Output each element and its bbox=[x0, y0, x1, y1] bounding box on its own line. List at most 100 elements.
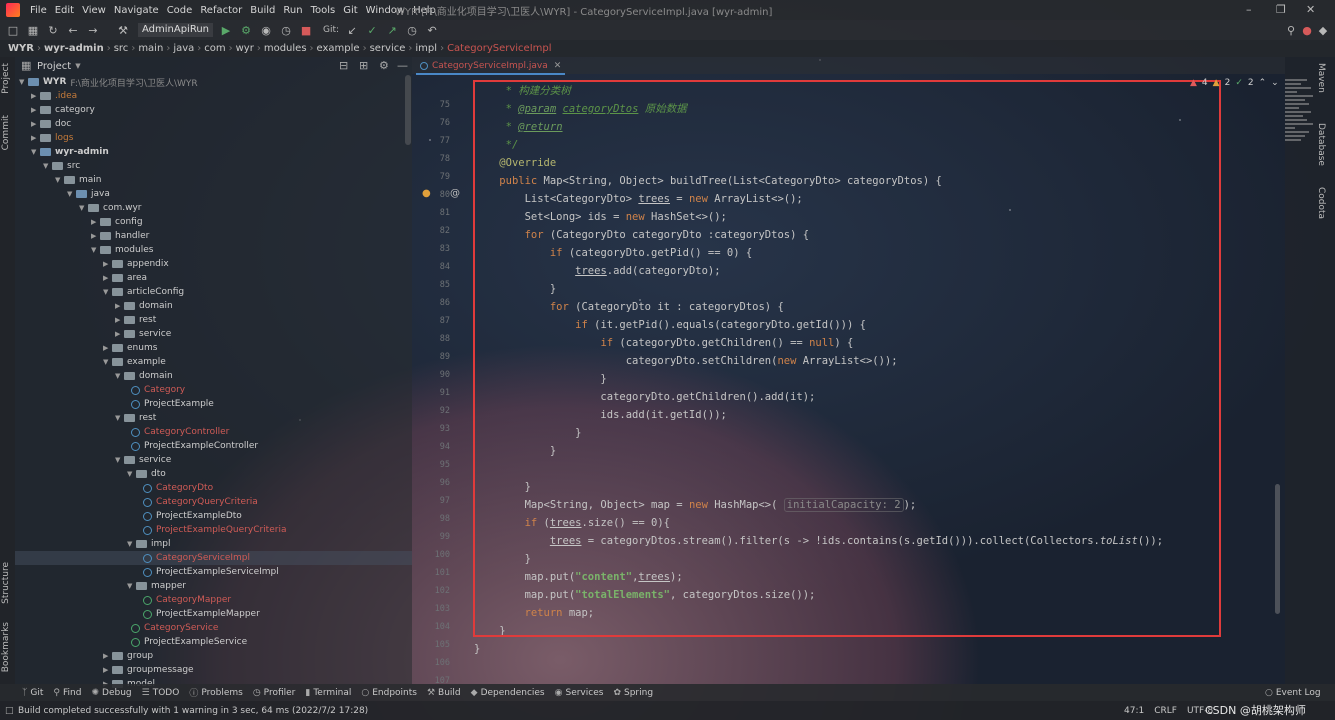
crumb-module[interactable]: wyr-admin bbox=[44, 43, 104, 54]
menu-tools[interactable]: Tools bbox=[307, 5, 340, 16]
editor-tab-active[interactable]: CategoryServiceImpl.java ✕ bbox=[416, 58, 566, 75]
tree-item[interactable]: ▶ area bbox=[103, 271, 147, 285]
tree-item[interactable]: ▼ dto bbox=[127, 467, 166, 481]
menu-run[interactable]: Run bbox=[279, 5, 306, 16]
chevron-down-icon[interactable]: ⌄ bbox=[1271, 78, 1279, 88]
tree-item[interactable]: ProjectExampleServiceImpl bbox=[143, 565, 279, 579]
tree-item[interactable]: ▼ main bbox=[55, 173, 102, 187]
tree-item[interactable]: CategoryQueryCriteria bbox=[143, 495, 258, 509]
chevron-up-icon[interactable]: ⌃ bbox=[1259, 78, 1267, 88]
crumb-java[interactable]: java bbox=[173, 43, 194, 54]
code-minimap[interactable] bbox=[1285, 77, 1315, 197]
crumb-project[interactable]: WYR bbox=[8, 43, 34, 54]
tree-item[interactable]: ▶ appendix bbox=[103, 257, 169, 271]
menu-file[interactable]: File bbox=[26, 5, 51, 16]
status-message[interactable]: Build completed successfully with 1 warn… bbox=[18, 706, 368, 716]
search-icon[interactable]: ⚲ bbox=[1284, 23, 1298, 37]
inspection-indicators[interactable]: ▲ 4 ▲ 2 ✓ 2 ⌃ ⌄ bbox=[1190, 78, 1279, 88]
tree-item[interactable]: ProjectExampleController bbox=[131, 439, 258, 453]
close-icon[interactable]: ✕ bbox=[1306, 3, 1315, 16]
jetbrains-icon[interactable]: ◆ bbox=[1316, 23, 1330, 37]
implements-gutter-icon[interactable]: ● bbox=[422, 188, 431, 199]
problems-tool[interactable]: ⓘ Problems bbox=[189, 686, 243, 700]
caret-position[interactable]: 47:1 bbox=[1124, 706, 1144, 716]
tree-item[interactable]: ▼ mapper bbox=[127, 579, 186, 593]
tree-item[interactable]: ▶ groupmessage bbox=[103, 663, 194, 677]
tree-item[interactable]: ▼ domain bbox=[115, 369, 173, 383]
menu-refactor[interactable]: Refactor bbox=[196, 5, 246, 16]
find-tool[interactable]: ⚲ Find bbox=[53, 688, 81, 698]
dependencies-tool[interactable]: ◆ Dependencies bbox=[471, 688, 545, 698]
tree-item[interactable]: ▶ group bbox=[103, 649, 153, 663]
services-tool[interactable]: ◉ Services bbox=[555, 688, 604, 698]
tree-item[interactable]: ▶ category bbox=[31, 103, 95, 117]
crumb-modules[interactable]: modules bbox=[264, 43, 307, 54]
tree-item[interactable]: ProjectExampleService bbox=[131, 635, 247, 649]
crumb-service[interactable]: service bbox=[370, 43, 406, 54]
git-push-icon[interactable]: ↗ bbox=[385, 23, 399, 37]
git-history-icon[interactable]: ◷ bbox=[405, 23, 419, 37]
open-folder-icon[interactable]: □ bbox=[6, 23, 20, 37]
tree-item[interactable]: ▶ config bbox=[91, 215, 143, 229]
database-tool-tab[interactable]: Database bbox=[1316, 123, 1326, 166]
crumb-src[interactable]: src bbox=[114, 43, 129, 54]
tree-item[interactable]: ▼ service bbox=[115, 453, 171, 467]
tree-item[interactable]: ProjectExampleMapper bbox=[143, 607, 260, 621]
crumb-example[interactable]: example bbox=[317, 43, 360, 54]
tree-item[interactable]: CategoryController bbox=[131, 425, 229, 439]
build-tool[interactable]: ⚒ Build bbox=[427, 688, 461, 698]
tree-item[interactable]: ▼ src bbox=[43, 159, 80, 173]
gear-icon[interactable]: ⚙ bbox=[379, 59, 389, 72]
menu-git[interactable]: Git bbox=[339, 5, 361, 16]
override-marker-icon[interactable]: @ bbox=[450, 188, 460, 199]
tree-item[interactable]: Category bbox=[131, 383, 185, 397]
git-rollback-icon[interactable]: ↶ bbox=[425, 23, 439, 37]
menu-navigate[interactable]: Navigate bbox=[110, 5, 163, 16]
structure-tool-tab[interactable]: Structure bbox=[1, 562, 11, 604]
line-separator[interactable]: CRLF bbox=[1154, 706, 1177, 716]
bookmarks-tool-tab[interactable]: Bookmarks bbox=[1, 622, 11, 672]
tree-item[interactable]: ▶ rest bbox=[115, 313, 156, 327]
menu-build[interactable]: Build bbox=[246, 5, 279, 16]
terminal-tool[interactable]: ▮ Terminal bbox=[305, 688, 351, 698]
tree-item[interactable]: ▼ example bbox=[103, 355, 166, 369]
editor-scrollbar[interactable] bbox=[1275, 484, 1280, 614]
tree-item[interactable]: ▶ domain bbox=[115, 299, 173, 313]
collapse-all-icon[interactable]: ⊟ bbox=[339, 59, 348, 72]
tree-item[interactable]: ▶ .idea bbox=[31, 89, 77, 103]
menu-edit[interactable]: Edit bbox=[51, 5, 78, 16]
profile-icon[interactable]: ◷ bbox=[279, 23, 293, 37]
update-badge-icon[interactable]: ● bbox=[1300, 23, 1314, 37]
tree-item[interactable]: CategoryDto bbox=[143, 481, 213, 495]
sync-icon[interactable]: ↻ bbox=[46, 23, 60, 37]
tree-item[interactable]: ▼ articleConfig bbox=[103, 285, 184, 299]
close-tab-icon[interactable]: ✕ bbox=[554, 61, 562, 71]
commit-tool-tab[interactable]: Commit bbox=[1, 115, 11, 150]
project-panel-title[interactable]: Project bbox=[37, 61, 71, 72]
profiler-tool[interactable]: ◷ Profiler bbox=[253, 688, 296, 698]
tree-item[interactable]: ▼ modules bbox=[91, 243, 153, 257]
git-commit-icon[interactable]: ✓ bbox=[365, 23, 379, 37]
tree-item[interactable]: ProjectExampleQueryCriteria bbox=[143, 523, 286, 537]
crumb-wyr[interactable]: wyr bbox=[236, 43, 254, 54]
run-config-select[interactable]: AdminApiRun bbox=[138, 23, 214, 37]
tree-item-selected[interactable]: CategoryServiceImpl bbox=[15, 551, 412, 565]
expand-all-icon[interactable]: ⊞ bbox=[359, 59, 368, 72]
tree-item[interactable]: ▼ wyr-admin bbox=[31, 145, 109, 159]
tree-item[interactable]: ▼ impl bbox=[127, 537, 170, 551]
debug-tool[interactable]: ✺ Debug bbox=[91, 688, 131, 698]
stop-icon[interactable]: ■ bbox=[299, 23, 313, 37]
tree-root[interactable]: ▼ WYR F:\商业化项目学习\卫医人\WYR bbox=[19, 75, 198, 89]
git-update-icon[interactable]: ↙ bbox=[345, 23, 359, 37]
forward-arrow-icon[interactable]: → bbox=[86, 23, 100, 37]
project-scrollbar[interactable] bbox=[405, 75, 411, 145]
tree-item[interactable]: ▶ enums bbox=[103, 341, 157, 355]
crumb-com[interactable]: com bbox=[204, 43, 225, 54]
tree-item[interactable]: ProjectExampleDto bbox=[143, 509, 242, 523]
tree-item[interactable]: ▼ rest bbox=[115, 411, 156, 425]
tree-item[interactable]: ▶ doc bbox=[31, 117, 71, 131]
tree-item[interactable]: CategoryMapper bbox=[143, 593, 231, 607]
tree-item[interactable]: ▶ service bbox=[115, 327, 171, 341]
project-tool-tab[interactable]: Project bbox=[1, 63, 11, 94]
hide-panel-icon[interactable]: — bbox=[397, 59, 408, 72]
